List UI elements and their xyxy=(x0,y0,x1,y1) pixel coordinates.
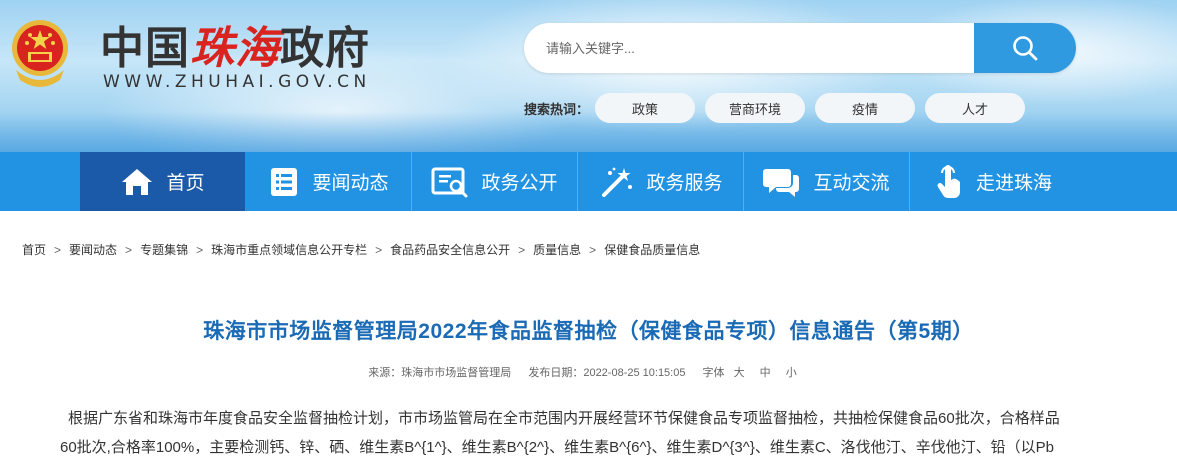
font-size-label: 字体 xyxy=(702,367,725,379)
title-china: 中国 xyxy=(100,24,190,73)
breadcrumb-separator: > xyxy=(375,242,383,257)
nav-news-label: 要闻动态 xyxy=(312,173,389,194)
breadcrumb: 首页 > 要闻动态 > 专题集锦 > 珠海市重点领域信息公开专栏 > 食品药品安… xyxy=(22,241,700,258)
chat-bubbles-icon xyxy=(763,168,800,197)
document-search-icon xyxy=(431,167,468,197)
search-box xyxy=(524,23,1076,73)
article-meta: 来源：珠海市市场监督管理局 发布日期：2022-08-25 10:15:05 字… xyxy=(0,364,1177,380)
nav-interaction-label: 互动交流 xyxy=(813,173,890,194)
hot-word-business[interactable]: 营商环境 xyxy=(705,93,806,123)
breadcrumb-food-drug[interactable]: 食品药品安全信息公开 xyxy=(390,241,510,258)
nav-interaction[interactable]: 互动交流 xyxy=(744,152,910,211)
breadcrumb-news[interactable]: 要闻动态 xyxy=(69,241,117,258)
main-nav: 首页 要闻动态 政务公开 政务服务 互动交流 走进珠海 xyxy=(0,152,1177,211)
search-icon xyxy=(1013,36,1038,61)
site-title[interactable]: 中国 珠海 政府 xyxy=(100,18,370,74)
breadcrumb-separator: > xyxy=(518,242,526,257)
site-header: 中国 珠海 政府 WWW.ZHUHAI.GOV.CN 搜索热词： 政策 营商环境… xyxy=(0,0,1177,152)
search-button[interactable] xyxy=(974,23,1076,73)
title-government: 政府 xyxy=(280,24,370,73)
hot-word-talent[interactable]: 人才 xyxy=(925,93,1026,123)
article-paragraph-line: 60批次,合格率100%，主要检测钙、锌、硒、维生素B^{1^}、维生素B^{2… xyxy=(60,439,1055,456)
nav-news[interactable]: 要闻动态 xyxy=(246,152,412,211)
nav-gov-open[interactable]: 政务公开 xyxy=(412,152,578,211)
nav-home-label: 首页 xyxy=(166,173,205,194)
font-size-small-button[interactable]: 小 xyxy=(786,367,797,379)
article-date: 发布日期：2022-08-25 10:15:05 xyxy=(528,367,686,379)
font-size-large-button[interactable]: 大 xyxy=(734,367,745,379)
nav-gov-open-label: 政务公开 xyxy=(481,173,558,194)
breadcrumb-separator: > xyxy=(125,242,133,257)
hot-word-policy[interactable]: 政策 xyxy=(595,93,696,123)
nav-about-zhuhai-label: 走进珠海 xyxy=(975,173,1052,194)
article-body: 根据广东省和珠海市年度食品安全监督抽检计划，市市场监管局在全市范围内开展经营环节… xyxy=(60,404,1140,462)
font-size-medium-button[interactable]: 中 xyxy=(760,367,771,379)
article-title: 珠海市市场监督管理局2022年食品监督抽检（保健食品专项）信息通告（第5期） xyxy=(203,320,974,343)
hand-pointer-icon xyxy=(937,164,961,198)
hot-word-epidemic[interactable]: 疫情 xyxy=(815,93,916,123)
breadcrumb-quality[interactable]: 质量信息 xyxy=(533,241,581,258)
nav-gov-service[interactable]: 政务服务 xyxy=(578,152,744,211)
hot-search-label: 搜索热词： xyxy=(524,101,590,117)
hot-search: 搜索热词： 政策 营商环境 疫情 人才 xyxy=(524,93,1035,123)
site-url: WWW.ZHUHAI.GOV.CN xyxy=(103,72,371,92)
breadcrumb-separator: > xyxy=(589,242,597,257)
home-icon xyxy=(122,168,153,195)
breadcrumb-topics[interactable]: 专题集锦 xyxy=(140,241,188,258)
breadcrumb-key-areas[interactable]: 珠海市重点领域信息公开专栏 xyxy=(211,241,367,258)
magic-wand-icon xyxy=(602,167,633,197)
nav-home[interactable]: 首页 xyxy=(80,152,246,211)
national-emblem-icon xyxy=(12,20,68,87)
article-source: 来源：珠海市市场监督管理局 xyxy=(368,367,512,379)
article-paragraph-line: 根据广东省和珠海市年度食品安全监督抽检计划，市市场监管局在全市范围内开展经营环节… xyxy=(68,410,1060,427)
title-zhuhai: 珠海 xyxy=(190,23,280,74)
breadcrumb-home[interactable]: 首页 xyxy=(22,241,46,258)
nav-about-zhuhai[interactable]: 走进珠海 xyxy=(910,152,1076,211)
breadcrumb-health-food[interactable]: 保健食品质量信息 xyxy=(604,241,700,258)
news-list-icon xyxy=(271,167,298,196)
search-input[interactable] xyxy=(524,23,974,73)
nav-gov-service-label: 政务服务 xyxy=(646,173,723,194)
breadcrumb-separator: > xyxy=(54,242,62,257)
breadcrumb-separator: > xyxy=(196,242,204,257)
